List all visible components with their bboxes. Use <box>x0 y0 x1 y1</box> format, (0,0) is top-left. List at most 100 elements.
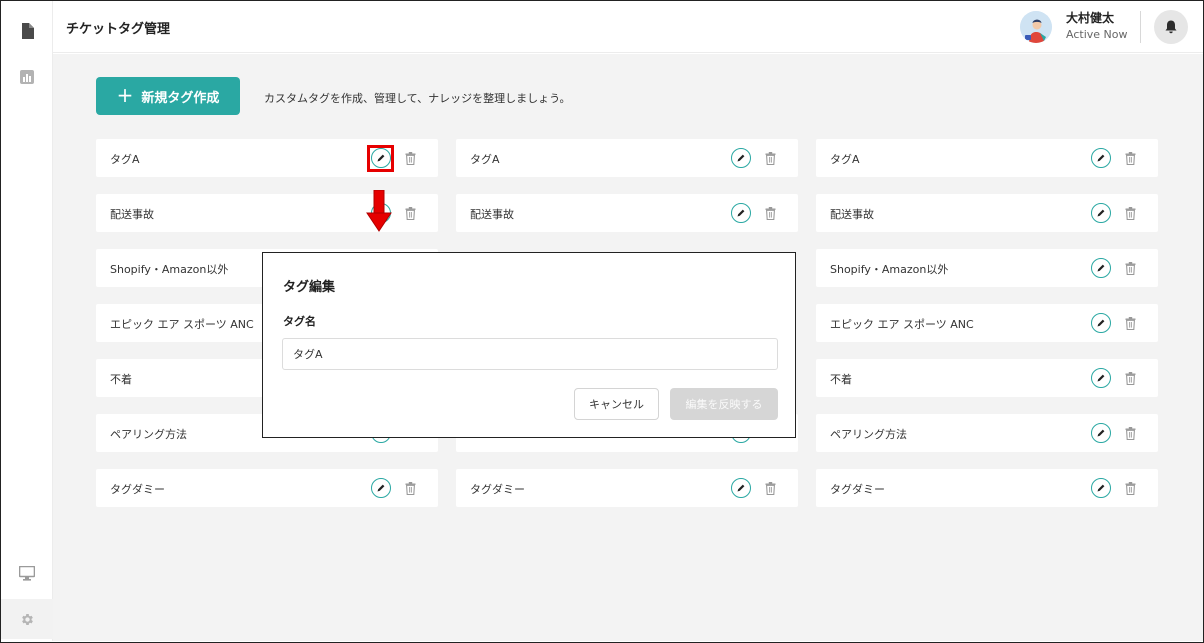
delete-tag-button[interactable] <box>763 149 777 167</box>
delete-tag-button[interactable] <box>403 479 417 497</box>
edit-tag-button[interactable] <box>1091 203 1111 223</box>
pencil-icon <box>1097 264 1105 272</box>
notifications-button[interactable] <box>1154 10 1188 44</box>
edit-tag-button[interactable] <box>731 148 751 168</box>
tag-name: 配送事故 <box>470 208 514 221</box>
trash-icon <box>1125 151 1135 165</box>
tag-name: 不着 <box>110 373 132 386</box>
bell-icon <box>1165 20 1177 34</box>
tag-card: 不着 <box>816 359 1158 397</box>
pencil-icon <box>737 484 745 492</box>
sidebar-item-analytics[interactable] <box>1 57 53 97</box>
pencil-icon <box>1097 154 1105 162</box>
tag-name: 配送事故 <box>110 208 154 221</box>
arrow-down-icon <box>366 190 392 232</box>
edit-tag-button[interactable] <box>1091 313 1111 333</box>
header-divider <box>1140 11 1141 43</box>
bar-chart-icon <box>20 70 34 84</box>
tag-card: 配送事故 <box>816 194 1158 232</box>
page-title: チケットタグ管理 <box>66 22 171 37</box>
pencil-icon <box>1097 319 1105 327</box>
tag-name: タグA <box>830 153 860 166</box>
tag-card: タグA <box>816 139 1158 177</box>
delete-tag-button[interactable] <box>1123 259 1137 277</box>
tag-card: タグダミー <box>96 469 438 507</box>
delete-tag-button[interactable] <box>1123 149 1137 167</box>
tag-name: タグダミー <box>830 483 885 496</box>
edit-tag-button[interactable] <box>371 478 391 498</box>
document-icon <box>21 23 34 39</box>
tag-name: 不着 <box>830 373 852 386</box>
delete-tag-button[interactable] <box>1123 314 1137 332</box>
gear-icon <box>21 613 33 625</box>
delete-tag-button[interactable] <box>403 149 417 167</box>
tag-name: エピック エア スポーツ ANC <box>110 318 254 331</box>
tag-card: 配送事故 <box>456 194 798 232</box>
delete-tag-button[interactable] <box>1123 424 1137 442</box>
monitor-icon <box>19 565 35 581</box>
pencil-icon <box>377 484 385 492</box>
avatar[interactable] <box>1020 11 1052 43</box>
tag-name: タグダミー <box>110 483 165 496</box>
edit-tag-dialog: タグ編集 タグ名 キャンセル 編集を反映する <box>262 252 796 438</box>
edit-tag-button[interactable] <box>1091 258 1111 278</box>
tag-name: タグダミー <box>470 483 525 496</box>
trash-icon <box>765 151 775 165</box>
delete-tag-button[interactable] <box>1123 204 1137 222</box>
edit-tag-button[interactable] <box>731 203 751 223</box>
tag-name: Shopify・Amazon以外 <box>830 263 949 276</box>
tag-name: ペアリング方法 <box>830 428 907 441</box>
trash-icon <box>1125 206 1135 220</box>
tag-name: エピック エア スポーツ ANC <box>830 318 974 331</box>
tag-card: タグA <box>456 139 798 177</box>
page-hint: カスタムタグを作成、管理して、ナレッジを整理しましょう。 <box>264 92 571 105</box>
top-header: チケットタグ管理 大村健太 Active Now <box>53 1 1203 53</box>
pencil-icon <box>737 209 745 217</box>
tag-card: タグダミー <box>816 469 1158 507</box>
cancel-button[interactable]: キャンセル <box>574 388 659 420</box>
delete-tag-button[interactable] <box>1123 369 1137 387</box>
user-status: Active Now <box>1066 28 1128 41</box>
tag-card: タグダミー <box>456 469 798 507</box>
edit-tag-button[interactable] <box>1091 478 1111 498</box>
sidebar-item-settings[interactable] <box>1 599 53 639</box>
pencil-icon <box>737 154 745 162</box>
tag-card: ペアリング方法 <box>816 414 1158 452</box>
tag-name-input[interactable] <box>282 338 778 370</box>
delete-tag-button[interactable] <box>763 479 777 497</box>
trash-icon <box>765 481 775 495</box>
user-name: 大村健太 <box>1066 11 1115 25</box>
edit-tag-button[interactable] <box>1091 148 1111 168</box>
tag-name: タグA <box>110 153 140 166</box>
trash-icon <box>1125 261 1135 275</box>
edit-tag-button[interactable] <box>1091 423 1111 443</box>
sidebar-item-documents[interactable] <box>1 11 53 51</box>
sidebar <box>1 1 53 641</box>
trash-icon <box>765 206 775 220</box>
user-illustration-icon <box>1020 11 1052 43</box>
trash-icon <box>1125 481 1135 495</box>
pencil-icon <box>1097 374 1105 382</box>
edit-tag-button[interactable] <box>1091 368 1111 388</box>
plus-icon: + <box>116 83 134 107</box>
tag-name: Shopify・Amazon以外 <box>110 263 229 276</box>
sidebar-item-monitor[interactable] <box>1 553 53 593</box>
delete-tag-button[interactable] <box>1123 479 1137 497</box>
delete-tag-button[interactable] <box>763 204 777 222</box>
tag-name-label: タグ名 <box>283 315 316 328</box>
tag-name: 配送事故 <box>830 208 874 221</box>
tag-card: Shopify・Amazon以外 <box>816 249 1158 287</box>
pencil-icon <box>1097 209 1105 217</box>
trash-icon <box>405 151 415 165</box>
delete-tag-button[interactable] <box>403 204 417 222</box>
tag-card: エピック エア スポーツ ANC <box>816 304 1158 342</box>
apply-edit-button[interactable]: 編集を反映する <box>670 388 778 420</box>
trash-icon <box>405 206 415 220</box>
trash-icon <box>1125 316 1135 330</box>
edit-tag-button[interactable] <box>731 478 751 498</box>
pencil-icon <box>1097 484 1105 492</box>
tag-name: タグA <box>470 153 500 166</box>
new-tag-button[interactable]: + 新規タグ作成 <box>96 77 240 115</box>
tag-name: ペアリング方法 <box>110 428 187 441</box>
edit-button-highlight <box>367 145 394 172</box>
